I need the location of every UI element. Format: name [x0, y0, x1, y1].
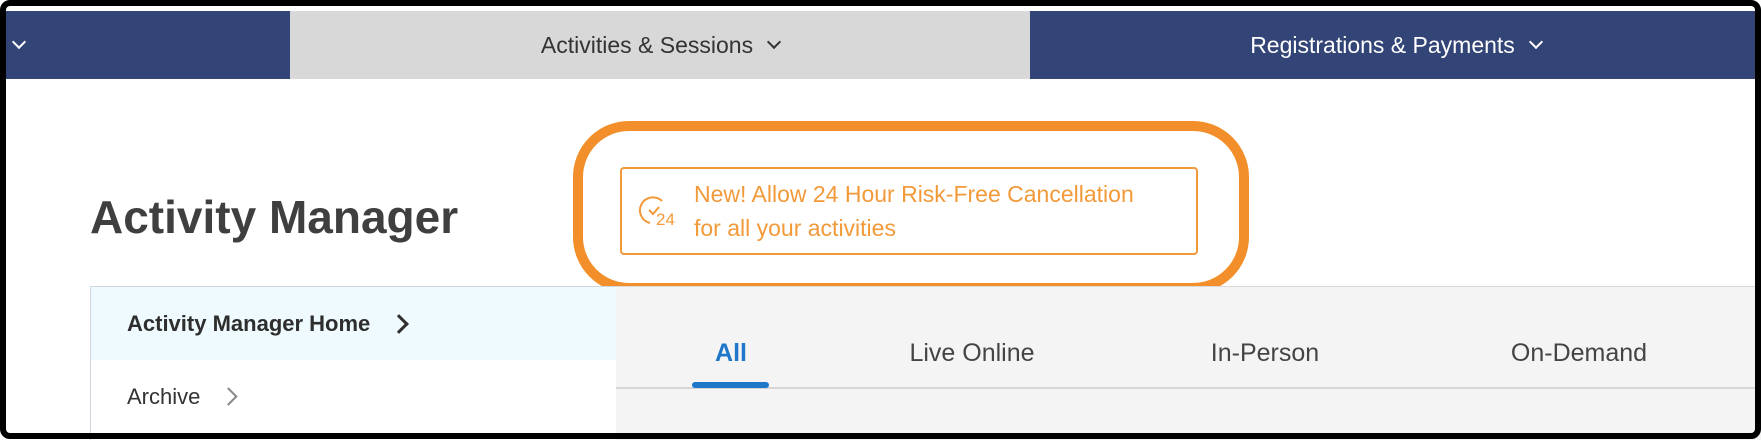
- chevron-down-icon: [11, 34, 27, 50]
- sidebar-item-label: Archive: [127, 383, 201, 409]
- tab-in-person[interactable]: In-Person: [1211, 339, 1319, 368]
- clock-24-icon: 24: [632, 187, 680, 235]
- chevron-right-icon: [389, 313, 410, 334]
- clock-24-icon-text: 24: [656, 210, 675, 229]
- tab-on-demand[interactable]: On-Demand: [1511, 339, 1647, 368]
- promo-text: New! Allow 24 Hour Risk-Free Cancellatio…: [694, 177, 1134, 245]
- nav-activities-sessions[interactable]: Activities & Sessions: [290, 11, 1030, 79]
- nav-item-label: Activities & Sessions: [540, 31, 754, 58]
- tabs-panel: All Live Online In-Person On-Demand: [616, 286, 1761, 440]
- tab-all[interactable]: All: [715, 339, 747, 368]
- nav-registrations-payments[interactable]: Registrations & Payments: [1030, 11, 1761, 79]
- sidebar: Activity Manager Home Archive: [90, 286, 617, 440]
- tab-live-online[interactable]: Live Online: [909, 339, 1034, 368]
- sidebar-item-home[interactable]: Activity Manager Home: [91, 287, 617, 360]
- active-tab-indicator: [692, 382, 769, 388]
- promo-line-1: New! Allow 24 Hour Risk-Free Cancellatio…: [694, 181, 1134, 207]
- promo-line-2: for all your activities: [694, 215, 896, 241]
- nav-menu-collapsed[interactable]: [0, 11, 290, 79]
- promo-banner[interactable]: 24 New! Allow 24 Hour Risk-Free Cancella…: [620, 167, 1198, 255]
- chevron-right-icon: [219, 387, 239, 406]
- sidebar-item-label: Activity Manager Home: [127, 310, 371, 336]
- nav-item-label: Registrations & Payments: [1250, 31, 1515, 58]
- page-title: Activity Manager: [90, 191, 459, 243]
- sidebar-item-archive[interactable]: Archive: [91, 360, 617, 433]
- tab-bar: All Live Online In-Person On-Demand: [616, 287, 1761, 389]
- top-navigation: Activities & Sessions Registrations & Pa…: [0, 11, 1761, 79]
- chevron-down-icon: [767, 34, 782, 50]
- chevron-down-icon: [1528, 34, 1543, 50]
